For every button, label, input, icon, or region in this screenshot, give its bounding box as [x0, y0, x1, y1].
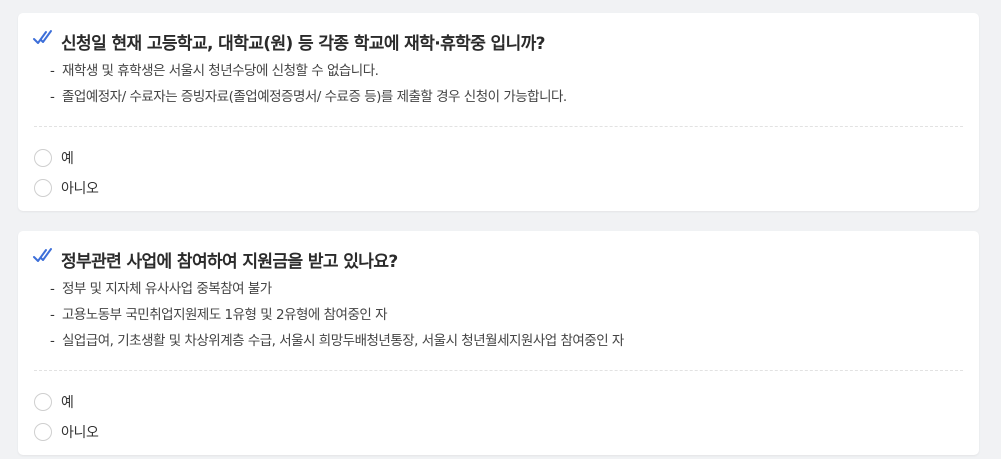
radio-button[interactable] [34, 179, 52, 197]
note-text: 재학생 및 휴학생은 서울시 청년수당에 신청할 수 없습니다. [62, 63, 379, 79]
dashed-divider [34, 126, 963, 127]
option-no[interactable]: 아니오 [34, 417, 99, 447]
option-no[interactable]: 아니오 [34, 173, 99, 203]
double-check-icon [33, 248, 52, 262]
question-card-2: 정부관련 사업에 참여하여 지원금을 받고 있나요? - 정부 및 지자체 유사사… [18, 231, 979, 455]
question-title: 신청일 현재 고등학교, 대학교(원) 등 각종 학교에 재학·휴학중 입니까? [61, 33, 546, 54]
question-notes: - 재학생 및 휴학생은 서울시 청년수당에 신청할 수 없습니다. - 졸업예정자… [50, 61, 567, 113]
note-item: - 실업급여, 기초생활 및 차상위계층 수급, 서울시 희망두배청년통장, 서울… [50, 331, 624, 357]
option-label: 예 [61, 151, 74, 167]
note-item: - 정부 및 지자체 유사사업 중복참여 불가 [50, 279, 624, 305]
note-item: - 졸업예정자/ 수료자는 증빙자료(졸업예정증명서/ 수료증 등)를 제출할 경… [50, 87, 567, 113]
option-label: 예 [61, 395, 74, 411]
question-header: 정부관련 사업에 참여하여 지원금을 받고 있나요? [32, 244, 398, 274]
answer-options: 예 아니오 [34, 387, 99, 447]
question-title: 정부관련 사업에 참여하여 지원금을 받고 있나요? [61, 251, 398, 272]
option-label: 아니오 [61, 181, 99, 197]
question-card-1: 신청일 현재 고등학교, 대학교(원) 등 각종 학교에 재학·휴학중 입니까?… [18, 13, 979, 211]
question-header: 신청일 현재 고등학교, 대학교(원) 등 각종 학교에 재학·휴학중 입니까? [32, 26, 546, 56]
note-text: 정부 및 지자체 유사사업 중복참여 불가 [62, 281, 272, 297]
note-text: 고용노동부 국민취업지원제도 1유형 및 2유형에 참여중인 자 [62, 307, 388, 323]
dash-marker: - [50, 333, 55, 349]
radio-button[interactable] [34, 393, 52, 411]
radio-button[interactable] [34, 423, 52, 441]
note-item: - 고용노동부 국민취업지원제도 1유형 및 2유형에 참여중인 자 [50, 305, 624, 331]
note-item: - 재학생 및 휴학생은 서울시 청년수당에 신청할 수 없습니다. [50, 61, 567, 87]
option-yes[interactable]: 예 [34, 143, 98, 173]
dashed-divider [34, 370, 963, 371]
radio-button[interactable] [34, 149, 52, 167]
double-check-icon [33, 30, 52, 44]
option-label: 아니오 [61, 425, 99, 441]
dash-marker: - [50, 63, 55, 79]
dash-marker: - [50, 89, 55, 105]
note-text: 실업급여, 기초생활 및 차상위계층 수급, 서울시 희망두배청년통장, 서울시… [62, 333, 624, 349]
dash-marker: - [50, 307, 55, 323]
answer-options: 예 아니오 [34, 143, 99, 203]
dash-marker: - [50, 281, 55, 297]
note-text: 졸업예정자/ 수료자는 증빙자료(졸업예정증명서/ 수료증 등)를 제출할 경우… [62, 89, 567, 105]
question-notes: - 정부 및 지자체 유사사업 중복참여 불가 - 고용노동부 국민취업지원제도 1… [50, 279, 624, 357]
option-yes[interactable]: 예 [34, 387, 98, 417]
